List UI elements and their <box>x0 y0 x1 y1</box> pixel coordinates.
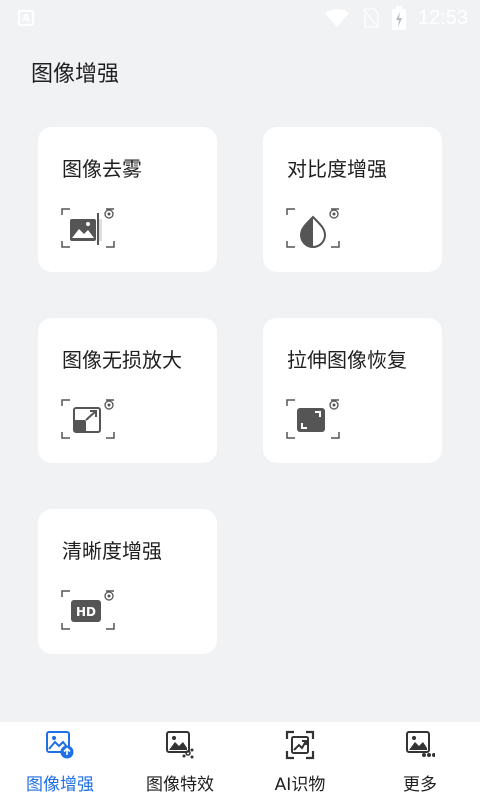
card-clarity-enhance[interactable]: 清晰度增强 HD <box>38 509 217 654</box>
svg-text:HD: HD <box>76 605 96 619</box>
nav-item-more[interactable]: 更多 <box>360 722 480 800</box>
notification-a-icon: A <box>18 10 34 26</box>
image-enhance-icon <box>46 731 74 759</box>
status-time: 12:53 <box>417 6 468 29</box>
nav-item-image-effects[interactable]: 图像特效 <box>120 722 240 800</box>
contrast-icon <box>286 208 340 248</box>
more-icon <box>406 731 435 757</box>
card-label: 拉伸图像恢复 <box>287 348 407 372</box>
no-sim-icon <box>362 8 380 29</box>
nav-item-ai-recognize[interactable]: AI识物 <box>240 722 360 800</box>
card-lossless-upscale[interactable]: 图像无损放大 <box>38 318 217 463</box>
ai-recognize-icon <box>285 730 315 760</box>
image-effects-icon <box>166 731 194 759</box>
card-dehaze[interactable]: 图像去雾 <box>38 127 217 272</box>
card-label: 图像去雾 <box>62 157 142 181</box>
card-stretch-restore[interactable]: 拉伸图像恢复 <box>263 318 442 463</box>
nav-label: 图像特效 <box>146 775 214 795</box>
card-label: 图像无损放大 <box>62 348 182 372</box>
status-left: A <box>18 10 34 26</box>
card-contrast[interactable]: 对比度增强 <box>263 127 442 272</box>
nav-label: 图像增强 <box>26 775 94 795</box>
wifi-icon <box>324 9 349 27</box>
status-right: 12:53 <box>324 6 468 30</box>
nav-item-image-enhance[interactable]: 图像增强 <box>0 722 120 800</box>
dehaze-icon <box>61 208 115 248</box>
card-label: 对比度增强 <box>287 157 387 181</box>
bottom-nav: 图像增强 图像特效 AI识物 更多 <box>0 722 480 800</box>
stretch-restore-icon <box>286 399 340 439</box>
upscale-icon <box>61 399 115 439</box>
battery-icon <box>391 6 406 30</box>
card-label: 清晰度增强 <box>62 539 162 563</box>
page-title: 图像增强 <box>31 62 120 87</box>
nav-label: 更多 <box>403 775 437 795</box>
nav-label: AI识物 <box>274 775 326 795</box>
status-bar: A 12:53 <box>0 0 480 36</box>
hd-icon: HD <box>61 590 115 630</box>
